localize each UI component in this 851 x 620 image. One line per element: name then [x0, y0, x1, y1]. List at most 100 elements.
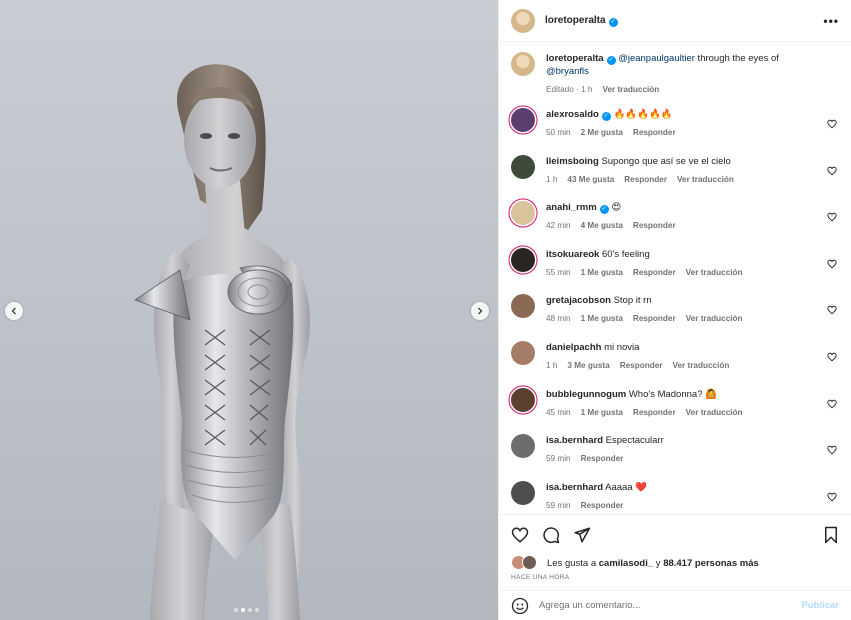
comment-time[interactable]: 59 min — [546, 501, 571, 510]
carousel-indicator — [234, 608, 259, 612]
caption-mention-2[interactable]: @bryanfls — [546, 66, 589, 77]
author-username[interactable]: loretoperalta ✓ — [545, 15, 618, 27]
post-viewer: loretoperalta ✓ ••• loretoperalta ✓ @jeanp… — [0, 0, 851, 620]
comment-time[interactable]: 59 min — [546, 454, 571, 463]
comment-like-button[interactable] — [827, 396, 837, 414]
comment-username[interactable]: gretajacobson — [546, 295, 611, 306]
comment-text: 60's feeling — [601, 248, 650, 260]
emoji-button[interactable] — [511, 597, 529, 615]
comment-avatar[interactable] — [511, 480, 535, 505]
comment-row: isa.bernhard Espectacularr 59 min Responde… — [511, 434, 839, 481]
comment-likes[interactable]: 4 Me gusta — [581, 221, 623, 230]
comment-username[interactable]: danielpachh — [546, 342, 601, 353]
comment-translate-link[interactable]: Ver traducción — [672, 361, 729, 370]
comment-avatar[interactable] — [511, 387, 535, 412]
comment-translate-link[interactable]: Ver traducción — [677, 175, 734, 184]
post-photo-illustration — [134, 64, 310, 620]
comment-input[interactable] — [539, 600, 802, 611]
comment-time[interactable]: 50 min — [546, 128, 571, 137]
comment-avatar[interactable] — [511, 108, 535, 132]
emoji-icon — [511, 597, 529, 614]
comment-text: 😍 — [611, 202, 622, 214]
comment-like-button[interactable] — [827, 116, 837, 134]
comment-avatar[interactable] — [511, 294, 535, 319]
comment-text: Stop it rn — [613, 295, 652, 307]
comments-list[interactable]: loretoperalta ✓ @jeanpaulgaultier through… — [499, 42, 851, 514]
comment-row: gretajacobson Stop it rn 48 min 1 Me gusta… — [511, 294, 839, 341]
comment-username[interactable]: isa.bernhard — [546, 482, 603, 493]
comment-likes[interactable]: 43 Me gusta — [567, 175, 614, 184]
save-button[interactable] — [823, 526, 839, 544]
comment-time[interactable]: 55 min — [546, 268, 571, 277]
more-icon: ••• — [823, 13, 839, 28]
comment-like-button[interactable] — [827, 302, 837, 320]
comment-like-button[interactable] — [827, 442, 837, 460]
comment-username[interactable]: anahi_rmm — [546, 202, 597, 213]
post-image[interactable] — [0, 0, 498, 620]
author-avatar[interactable] — [511, 8, 535, 33]
comment-avatar[interactable] — [511, 154, 535, 179]
comment-reply-button[interactable]: Responder — [620, 361, 663, 370]
chevron-left-icon — [11, 307, 16, 315]
comment-avatar[interactable] — [511, 340, 535, 365]
comment-reply-button[interactable]: Responder — [633, 408, 676, 417]
comment-likes[interactable]: 3 Me gusta — [567, 361, 609, 370]
comment-reply-button[interactable]: Responder — [581, 454, 624, 463]
comment-reply-button[interactable]: Responder — [633, 314, 676, 323]
comment-reply-button[interactable]: Responder — [633, 268, 676, 277]
comment-like-button[interactable] — [827, 349, 837, 367]
comment-translate-link[interactable]: Ver traducción — [686, 408, 743, 417]
caption-username[interactable]: loretoperalta — [546, 53, 604, 64]
comment-username[interactable]: alexrosaldo — [546, 109, 599, 120]
caption-mention[interactable]: @jeanpaulgaultier — [618, 53, 695, 64]
comment-likes[interactable]: 2 Me gusta — [581, 128, 623, 137]
comment-translate-link[interactable]: Ver traducción — [686, 314, 743, 323]
comment-translate-link[interactable]: Ver traducción — [686, 268, 743, 277]
likes-user[interactable]: camilasodi_ — [599, 558, 653, 569]
comment-time[interactable]: 48 min — [546, 314, 571, 323]
comment-username[interactable]: bubblegunnogum — [546, 389, 626, 400]
comment-like-button[interactable] — [827, 256, 837, 274]
comment-reply-button[interactable]: Responder — [633, 221, 676, 230]
share-button[interactable] — [573, 526, 591, 544]
carousel-dot — [234, 608, 238, 612]
heart-icon — [511, 526, 529, 543]
comment-like-button[interactable] — [827, 163, 837, 181]
heart-icon — [827, 445, 837, 455]
likes-summary[interactable]: Les gusta a camilasodi_ y 88.417 persona… — [499, 554, 851, 572]
comment-reply-button[interactable]: Responder — [624, 175, 667, 184]
comment-likes[interactable]: 1 Me gusta — [581, 268, 623, 277]
caption-translate-link[interactable]: Ver traducción — [602, 85, 659, 94]
comment-likes[interactable]: 1 Me gusta — [581, 314, 623, 323]
comment-likes[interactable]: 1 Me gusta — [581, 408, 623, 417]
comment-row: danielpachh mi novia 1 h 3 Me gusta Respond… — [511, 340, 839, 388]
more-options-button[interactable]: ••• — [823, 14, 839, 28]
comment-time[interactable]: 1 h — [546, 361, 557, 370]
comment-avatar[interactable] — [511, 434, 535, 459]
comment-row: alexrosaldo ✓ 🔥🔥🔥🔥🔥 50 min 2 Me gusta Respon… — [511, 108, 839, 155]
comment-button[interactable] — [542, 526, 560, 544]
post-timestamp[interactable]: HACE UNA HORA — [499, 572, 851, 590]
comment-avatar[interactable] — [511, 247, 535, 272]
like-button[interactable] — [511, 526, 529, 544]
chevron-right-icon — [478, 307, 483, 315]
carousel-prev-button[interactable] — [5, 302, 23, 320]
comment-reply-button[interactable]: Responder — [633, 128, 676, 137]
comment-username[interactable]: lleimsboing — [546, 156, 599, 167]
verified-icon: ✓ — [599, 205, 609, 215]
caption-avatar[interactable] — [511, 52, 535, 76]
comment-avatar[interactable] — [511, 201, 535, 226]
comment-username[interactable]: itsokuareok — [546, 249, 599, 260]
carousel-next-button[interactable] — [471, 302, 489, 320]
comment-time[interactable]: 42 min — [546, 221, 571, 230]
comment-time[interactable]: 45 min — [546, 408, 571, 417]
likes-count[interactable]: 88.417 personas más — [663, 558, 759, 569]
publish-button[interactable]: Publicar — [802, 600, 840, 611]
comment-time[interactable]: 1 h — [546, 175, 557, 184]
comment-username[interactable]: isa.bernhard — [546, 435, 603, 446]
carousel-dot — [255, 608, 259, 612]
comment-like-button[interactable] — [827, 489, 837, 507]
comment-reply-button[interactable]: Responder — [581, 501, 624, 510]
comment-like-button[interactable] — [827, 209, 837, 227]
post-side-panel: loretoperalta ✓ ••• loretoperalta ✓ @jeanp… — [498, 0, 851, 620]
